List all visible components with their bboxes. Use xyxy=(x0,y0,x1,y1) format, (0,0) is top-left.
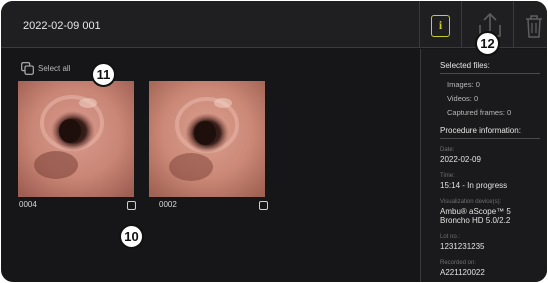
select-all-icon xyxy=(21,61,34,75)
screen: 2022-02-09 001 i Select all 0004 0002 Se… xyxy=(1,1,547,282)
device-value: Broncho HD 5.0/2.2 xyxy=(440,216,511,225)
header-divider xyxy=(419,1,420,48)
trash-icon[interactable] xyxy=(525,14,543,38)
thumbnail-checkbox[interactable] xyxy=(259,201,268,210)
thumbnail-image xyxy=(149,81,265,197)
time-value: 15:14 - In progress xyxy=(440,181,508,190)
device-value: Ambu® aScope™ 5 xyxy=(440,207,511,216)
callout-marker: 10 xyxy=(119,224,144,249)
details-panel: Selected files: Images: 0 Videos: 0 Capt… xyxy=(420,49,547,282)
videos-count: Videos: 0 xyxy=(447,94,479,103)
callout-marker: 11 xyxy=(91,62,116,87)
recorded-label: Recorded on: xyxy=(440,260,477,266)
header-bar: 2022-02-09 001 i xyxy=(1,1,547,48)
divider xyxy=(440,73,540,74)
thumbnail-item[interactable] xyxy=(18,81,134,197)
date-value: 2022-02-09 xyxy=(440,155,481,164)
frames-count: Captured frames: 0 xyxy=(447,108,512,117)
thumbnail-checkbox[interactable] xyxy=(127,201,136,210)
select-all-button[interactable]: Select all xyxy=(21,60,70,76)
header-divider xyxy=(461,1,462,48)
lot-value: 1231231235 xyxy=(440,242,485,251)
header-divider xyxy=(513,1,514,48)
select-all-label: Select all xyxy=(38,63,71,73)
procedure-info-heading: Procedure information: xyxy=(440,126,521,135)
thumbnail-id: 0004 xyxy=(19,200,37,209)
divider xyxy=(440,138,540,139)
time-label: Time: xyxy=(440,173,455,179)
thumbnail-id: 0002 xyxy=(159,200,177,209)
recorded-value: A221120022 xyxy=(440,268,485,277)
info-button[interactable]: i xyxy=(431,15,450,37)
callout-marker: 12 xyxy=(475,31,500,56)
lot-label: Lot no.: xyxy=(440,234,461,240)
selected-files-heading: Selected files: xyxy=(440,61,490,70)
thumbnail-image xyxy=(18,81,134,197)
thumbnail-item[interactable] xyxy=(149,81,265,197)
procedure-title: 2022-02-09 001 xyxy=(23,20,101,32)
images-count: Images: 0 xyxy=(447,80,480,89)
device-label: Visualization device(s): xyxy=(440,199,502,205)
date-label: Date: xyxy=(440,147,455,153)
